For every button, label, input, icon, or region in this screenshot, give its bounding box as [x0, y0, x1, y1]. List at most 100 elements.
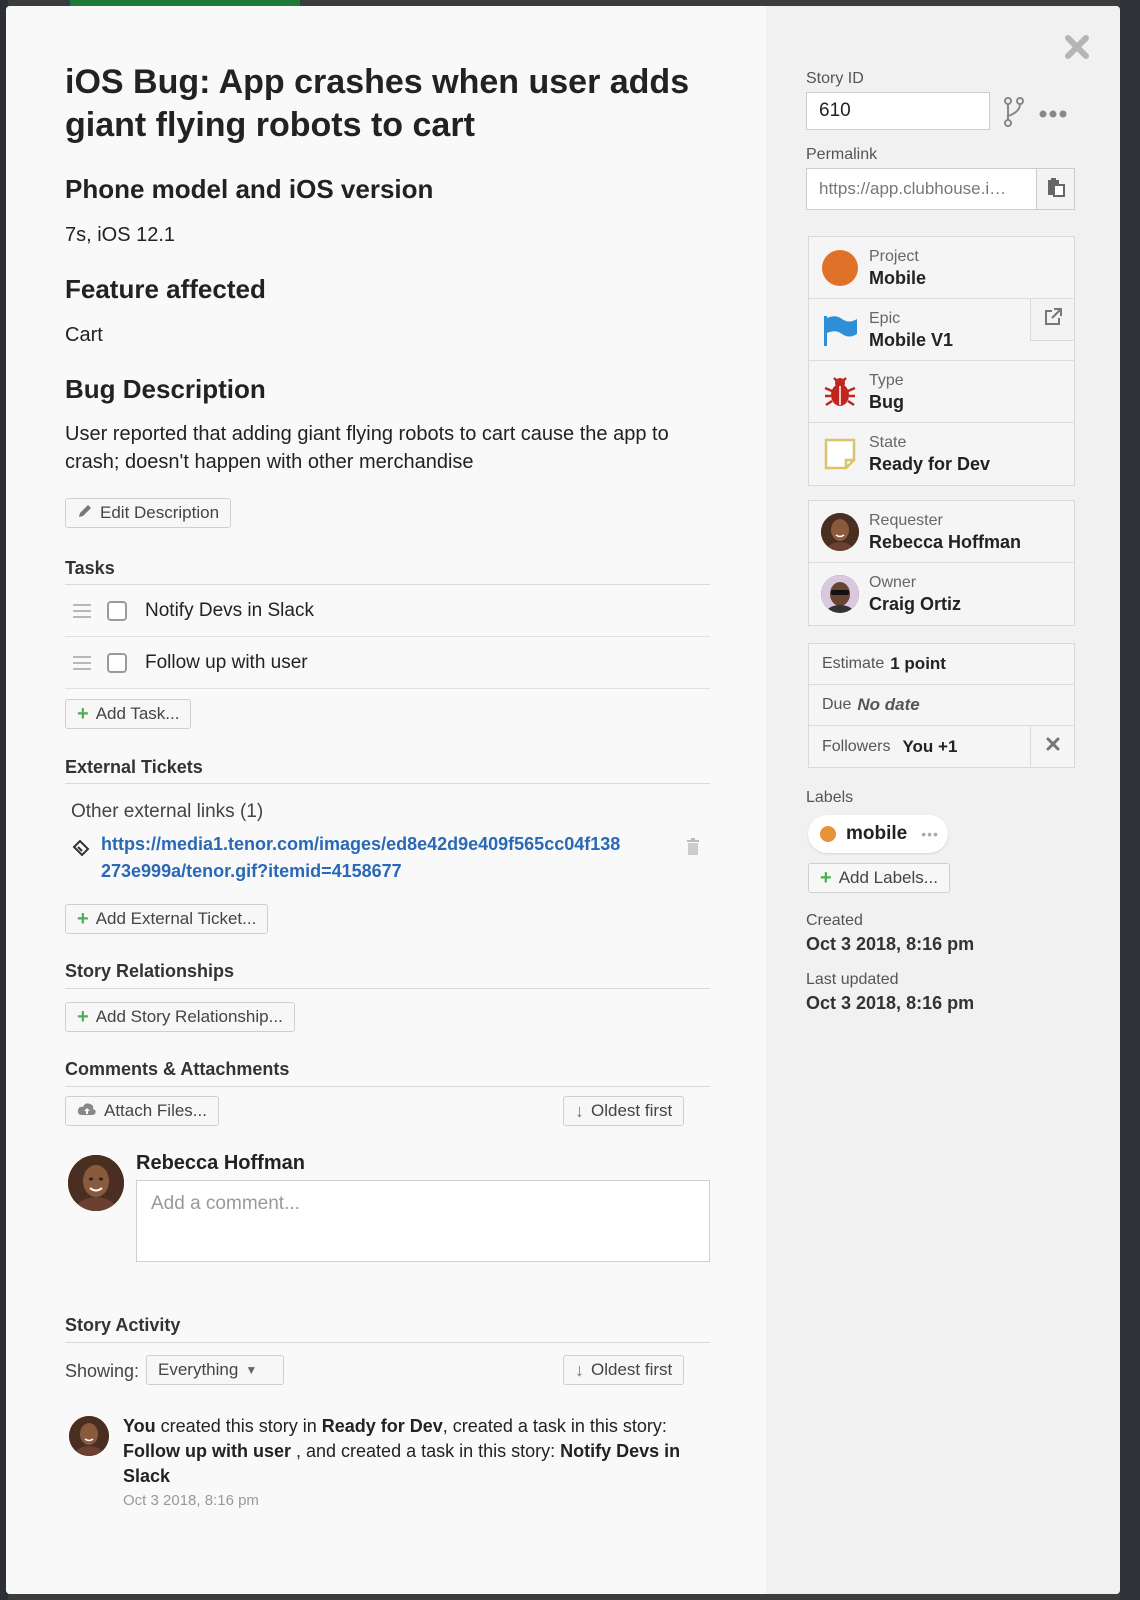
state-row[interactable]: State Ready for Dev: [809, 423, 1074, 485]
state-label: State: [869, 434, 907, 451]
clipboard-icon: [1046, 177, 1066, 202]
add-task-label: Add Task...: [95, 704, 180, 723]
tasks-title: Tasks: [65, 558, 115, 578]
task-label[interactable]: Follow up with user: [145, 652, 308, 674]
activity-time: Oct 3 2018, 8:16 pm: [123, 1492, 259, 1509]
activity-filter-select[interactable]: Everything ▼: [146, 1355, 284, 1385]
comments-sort-label: Oldest first: [591, 1101, 673, 1120]
meta-card: Estimate 1 point Due No date Followers Y…: [808, 643, 1075, 768]
activity-sort-label: Oldest first: [591, 1360, 673, 1379]
followers-label: Followers: [822, 737, 891, 755]
owner-value: Craig Ortiz: [869, 594, 962, 614]
followers-row[interactable]: Followers You +1: [809, 726, 1074, 767]
section-heading-feature: Feature affected: [65, 274, 266, 304]
arrow-down-icon: ↓: [575, 1100, 584, 1121]
requester-label: Requester: [869, 511, 943, 529]
trash-icon[interactable]: [686, 838, 700, 861]
activity-sort-button[interactable]: ↓ Oldest first: [563, 1355, 685, 1385]
section-heading-bug: Bug Description: [65, 374, 266, 404]
relationships-divider: [65, 988, 710, 989]
external-link-line1[interactable]: https://media1.tenor.com/images/ed8e42d9…: [101, 831, 671, 858]
activity-filter-value: Everything: [158, 1360, 239, 1379]
estimate-value: 1 point: [890, 654, 946, 673]
add-external-ticket-label: Add External Ticket...: [95, 909, 257, 928]
comments-title: Comments & Attachments: [65, 1059, 290, 1079]
cloud-upload-icon: [77, 1101, 97, 1122]
attach-files-button[interactable]: Attach Files...: [65, 1096, 219, 1126]
add-labels-button[interactable]: + Add Labels...: [808, 863, 950, 893]
people-card: Requester Rebecca Hoffman Owner Craig Or…: [808, 500, 1075, 626]
task-row: Notify Devs in Slack: [65, 585, 710, 637]
label-more-icon[interactable]: •••: [921, 826, 939, 842]
pencil-icon: [77, 503, 93, 524]
branch-icon[interactable]: [1003, 96, 1025, 133]
type-label: Type: [869, 371, 904, 389]
drag-handle-icon[interactable]: [73, 603, 91, 618]
activity-text-3: , and created a task in this story:: [291, 1441, 561, 1461]
copy-permalink-button[interactable]: [1036, 168, 1075, 210]
comments-divider: [65, 1086, 710, 1087]
avatar: [69, 1416, 109, 1456]
followers-value: You +1: [902, 736, 958, 756]
owner-label: Owner: [869, 574, 917, 591]
avatar: [821, 512, 859, 551]
task-label[interactable]: Notify Devs in Slack: [145, 600, 314, 622]
type-value: Bug: [869, 391, 904, 412]
activity-title: Story Activity: [65, 1315, 181, 1335]
comments-sort-button[interactable]: ↓ Oldest first: [563, 1096, 685, 1126]
plus-icon: +: [820, 867, 832, 889]
add-story-relationship-button[interactable]: + Add Story Relationship...: [65, 1002, 295, 1032]
created-value: Oct 3 2018, 8:16 pm: [806, 934, 975, 954]
arrow-down-icon: ↓: [575, 1359, 584, 1380]
external-link[interactable]: https://media1.tenor.com/images/ed8e42d9…: [101, 831, 671, 885]
epic-row[interactable]: Epic Mobile V1: [809, 299, 1074, 361]
epic-value: Mobile V1: [869, 329, 954, 350]
relationships-title: Story Relationships: [65, 961, 235, 981]
story-id-field[interactable]: 610: [806, 92, 990, 130]
activity-text-2: , created a task in this story:: [442, 1416, 667, 1436]
section-body-feature: Cart: [65, 324, 103, 346]
project-label: Project: [869, 247, 919, 265]
close-icon[interactable]: [1064, 34, 1090, 65]
comment-author: Rebecca Hoffman: [136, 1152, 305, 1174]
other-links-label: Other external links (1): [71, 801, 264, 822]
label-chip-text: mobile: [846, 823, 908, 844]
owner-row[interactable]: Owner Craig Ortiz: [809, 563, 1074, 625]
activity-state: Ready for Dev: [321, 1416, 443, 1436]
task-checkbox[interactable]: [107, 652, 127, 673]
permalink-field[interactable]: https://app.clubhouse.i…: [806, 168, 1038, 210]
background-edge-right: [1120, 0, 1140, 1600]
due-row[interactable]: Due No date: [809, 685, 1074, 726]
requester-row[interactable]: Requester Rebecca Hoffman: [809, 501, 1074, 563]
plus-icon: +: [77, 1006, 89, 1028]
drag-handle-icon[interactable]: [73, 655, 91, 670]
external-link-line2[interactable]: 273e999a/tenor.gif?itemid=4158677: [101, 858, 671, 885]
label-chip[interactable]: mobile •••: [808, 815, 948, 853]
project-color-icon: [821, 249, 859, 287]
project-value: Mobile: [869, 267, 926, 288]
edit-description-button[interactable]: Edit Description: [65, 498, 232, 528]
section-body-phone: 7s, iOS 12.1: [65, 224, 176, 246]
story-title[interactable]: iOS Bug: App crashes when user adds gian…: [65, 61, 715, 147]
avatar: [68, 1155, 124, 1211]
type-row[interactable]: Type Bug: [809, 361, 1074, 423]
comment-input[interactable]: Add a comment...: [136, 1180, 710, 1262]
estimate-row[interactable]: Estimate 1 point: [809, 644, 1074, 685]
remove-follower-button[interactable]: [1030, 726, 1074, 766]
add-external-ticket-button[interactable]: + Add External Ticket...: [65, 904, 269, 934]
activity-actor: You: [123, 1416, 156, 1436]
task-row: Follow up with user: [65, 637, 710, 689]
story-id-label: Story ID: [806, 70, 864, 87]
more-icon[interactable]: [1038, 106, 1068, 124]
plus-icon: +: [77, 908, 89, 930]
due-value: No date: [857, 695, 920, 714]
project-row[interactable]: Project Mobile: [809, 237, 1074, 299]
story-main: iOS Bug: App crashes when user adds gian…: [6, 6, 766, 1594]
activity-task-1: Follow up with user: [123, 1441, 291, 1461]
task-checkbox[interactable]: [107, 600, 127, 621]
state-icon: [821, 435, 859, 473]
due-label: Due: [822, 696, 852, 713]
epic-label: Epic: [869, 309, 901, 327]
add-task-button[interactable]: + Add Task...: [65, 699, 192, 729]
open-epic-button[interactable]: [1030, 299, 1074, 341]
